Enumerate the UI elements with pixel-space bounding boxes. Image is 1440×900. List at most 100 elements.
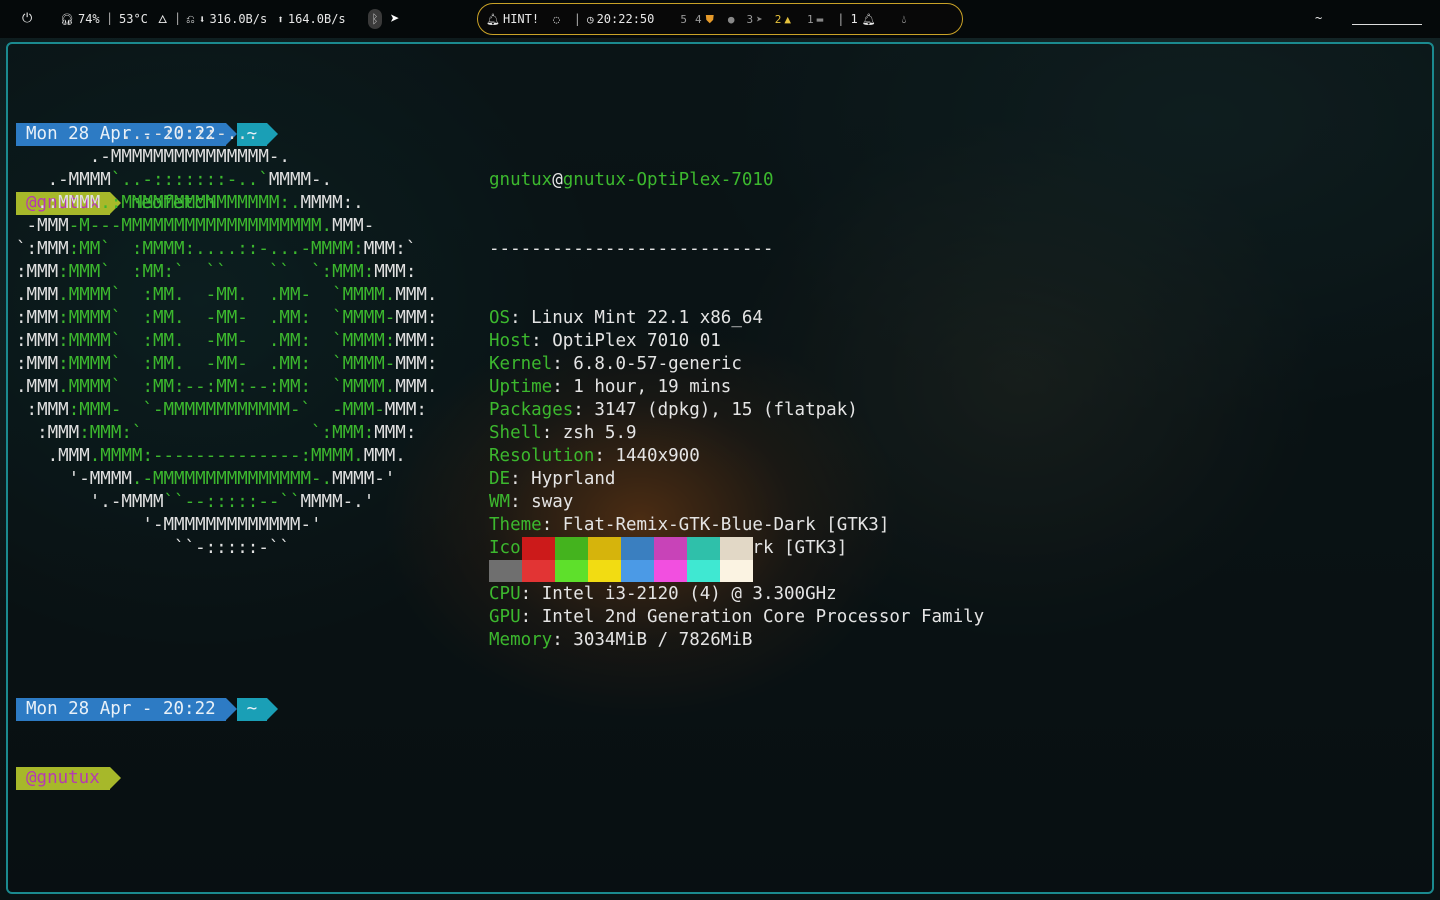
volume-value: 74%	[77, 12, 100, 26]
color-swatch	[621, 537, 654, 560]
logo-segment: :MMMM` :MM. -MM- .MM: `MMMM-	[58, 308, 396, 328]
info-at: @	[552, 170, 563, 190]
logo-line: :MMM:MMMM` :MM. -MM- .MM: `MMMM:MMM:	[16, 330, 448, 353]
divider: |	[106, 11, 114, 25]
info-row: Kernel: 6.8.0-57-generic	[489, 353, 984, 376]
info-colon: :	[510, 492, 532, 512]
bluetooth-icon[interactable]: ᛒ	[368, 9, 382, 29]
droplet-icon[interactable]: 💧︎	[902, 14, 906, 25]
info-value: OptiPlex 7010 01	[552, 331, 721, 351]
logo-segment: .MMM	[16, 446, 90, 466]
info-row: Packages: 3147 (dpkg), 15 (flatpak)	[489, 399, 984, 422]
logo-line: .:MMMM.:MMMMMMMMMMMMMMM:.MMMM:.	[16, 192, 448, 215]
divider: |	[174, 11, 182, 25]
notification-count[interactable]: 1	[850, 12, 857, 26]
color-swatch	[687, 537, 720, 560]
info-key: Uptime	[489, 377, 553, 397]
logo-segment: ...-:::::-...	[16, 124, 364, 144]
workspace-2[interactable]: 2	[775, 13, 782, 26]
info-key: WM	[489, 492, 511, 512]
eye-off-icon[interactable]: ◌	[553, 14, 560, 25]
logo-line: '-MMMMMMMMMMMMM-'	[16, 514, 448, 537]
workspace-1[interactable]: 1	[807, 13, 814, 26]
logo-segment: '.-MMMM	[16, 492, 164, 512]
logo-segment: :MMM	[16, 354, 59, 374]
info-key: Host	[489, 331, 532, 351]
info-value: zsh 5.9	[562, 423, 637, 443]
info-key: Theme	[489, 515, 542, 535]
power-icon[interactable]: ⏻	[22, 11, 32, 26]
info-value: 1 hour, 19 mins	[573, 377, 732, 397]
hint-label[interactable]: HINT!	[503, 12, 539, 26]
net-down-value: 316.0B/s	[209, 12, 268, 26]
folder-icon: ▬	[816, 12, 824, 26]
info-value: Hyprland	[531, 469, 616, 489]
logo-line: :MMM:MMMM` :MM. -MM- .MM: `MMMM-MMM:	[16, 307, 448, 330]
prompt-date: Mon 28 Apr - 20:22	[16, 698, 226, 721]
telegram-icon[interactable]: ➤	[390, 9, 400, 28]
logo-segment: .MMMM:--------------:MMMM.	[89, 446, 364, 466]
logo-segment: :MMM:` `:MMM:	[79, 423, 375, 443]
workspace-3[interactable]: 3	[747, 13, 754, 26]
color-swatch	[588, 537, 621, 560]
logo-segment: '-MMMMMMMMMMMMM-'	[16, 515, 448, 535]
logo-segment: .-MMMMMMMMMMMMMMM-.	[131, 469, 333, 489]
logo-segment: :MMM` :MM:` `` `` `:MMM:	[58, 262, 375, 282]
logo-segment: .-MMMMMMMMMMMMMMM-.	[16, 147, 364, 167]
info-colon: :	[531, 331, 553, 351]
net-up-value: 164.0B/s	[287, 12, 346, 26]
prompt-separator	[267, 698, 279, 720]
logo-segment: .:MMMMMMMMMMMMMMM:.	[100, 193, 301, 213]
download-icon: ⬇	[198, 12, 206, 26]
logo-segment: ``-:::::-``	[16, 538, 448, 558]
info-value: 3034MiB / 7826MiB	[573, 630, 753, 650]
logo-segment: .MMMM` :MM:--:MM:--:MM: `MMMM.	[58, 377, 396, 397]
info-key: Kernel	[489, 354, 553, 374]
info-key: OS	[489, 308, 511, 328]
info-colon: :	[510, 308, 532, 328]
info-row: Memory: 3034MiB / 7826MiB	[489, 629, 984, 652]
info-colon: :	[541, 423, 563, 443]
color-swatch	[522, 537, 555, 560]
info-colon: :	[552, 354, 574, 374]
help-icon: ●	[727, 12, 735, 26]
logo-line: ``-:::::-``	[16, 537, 448, 560]
info-row: Theme: Flat-Remix-GTK-Blue-Dark [GTK3]	[489, 514, 984, 537]
logo-line: :MMM:MMM:` `:MMM:MMM:	[16, 422, 448, 445]
notification-bell-icon[interactable]: 🔔︎	[862, 14, 876, 25]
color-palette	[489, 537, 753, 582]
logo-segment: MMM.	[395, 377, 438, 397]
logo-line: :MMM:MMM- `-MMMMMMMMMMMM-` -MMM-MMM:	[16, 399, 448, 422]
logo-segment: MMMM:.	[300, 193, 385, 213]
window-title-underline	[1352, 24, 1422, 25]
logo-segment: MMM.	[395, 285, 438, 305]
prompt-directory: ~	[236, 698, 268, 721]
info-row: Host: OptiPlex 7010 01	[489, 330, 984, 353]
prompt-separator	[109, 767, 121, 789]
network-widget: ⎌ ⬇ 316.0B/s ⬆ 164.0B/s	[186, 12, 346, 26]
logo-segment: .MMMM` :MM. -MM. .MM- `MMMM.	[58, 285, 396, 305]
logo-line: .MMM.MMMM` :MM. -MM. .MM- `MMMM.MMM.	[16, 284, 448, 307]
info-key: Resolution	[489, 446, 595, 466]
info-key: DE	[489, 469, 511, 489]
info-colon: :	[541, 515, 563, 535]
logo-line: -MMM-M---MMMMMMMMMMMMMMMMMMM.MMM-	[16, 215, 448, 238]
workspace-5[interactable]: 5	[680, 13, 687, 26]
info-row: Shell: zsh 5.9	[489, 422, 984, 445]
logo-segment: MMM:	[395, 331, 438, 351]
logo-line: '-MMMM.-MMMMMMMMMMMMMMM-.MMMM-'	[16, 468, 448, 491]
info-user: gnutux	[489, 170, 553, 190]
color-swatch	[654, 560, 687, 582]
info-key: GPU	[489, 607, 521, 627]
info-row: WM: sway	[489, 491, 984, 514]
prompt-user: @gnutux	[16, 767, 110, 790]
info-value: 6.8.0-57-generic	[573, 354, 742, 374]
workspace-4[interactable]: 4	[695, 13, 702, 26]
temperature-value: 53°C	[119, 12, 148, 26]
logo-line: .-MMMMMMMMMMMMMMM-.	[16, 146, 448, 169]
info-value: sway	[531, 492, 574, 512]
right-label: ~	[1315, 11, 1323, 25]
volume-widget[interactable]: 🎧︎ 74%	[60, 12, 100, 26]
info-divider: ---------------------------	[489, 239, 774, 259]
info-colon: :	[510, 469, 532, 489]
